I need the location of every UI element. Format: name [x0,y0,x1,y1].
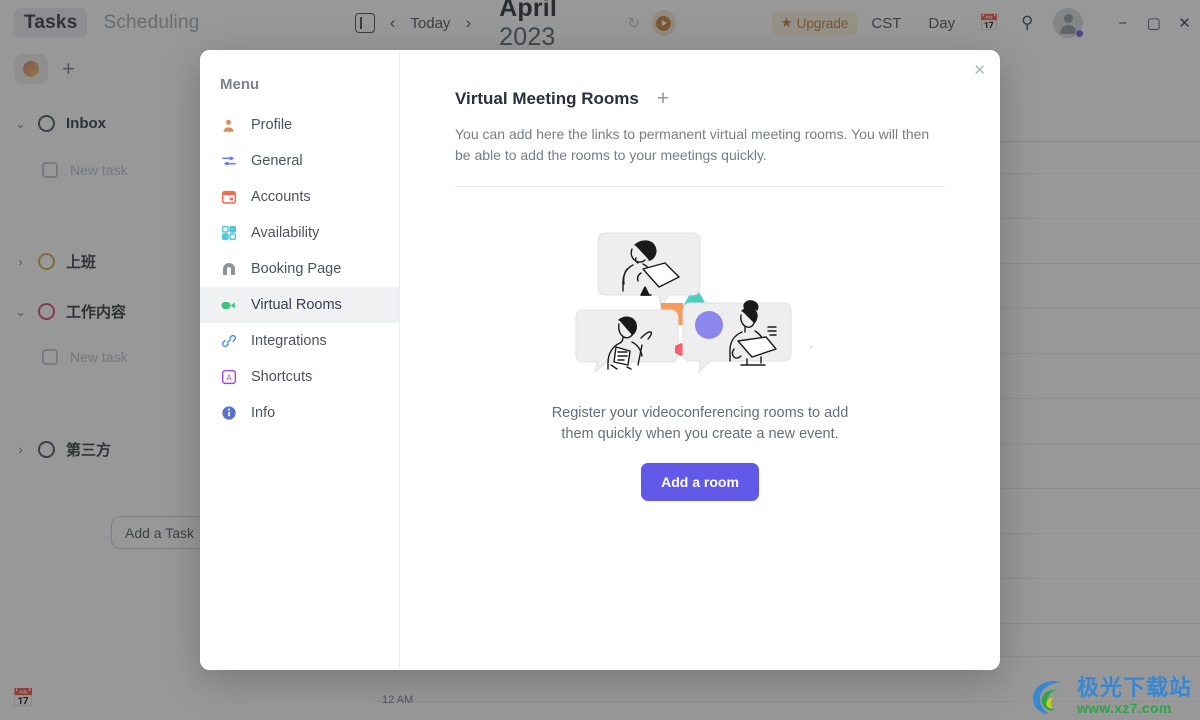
sidebar-item-general[interactable]: General [200,143,399,179]
circle-shape [695,311,723,339]
settings-menu: Menu Profile General Accounts Availabili… [200,50,400,670]
sidebar-item-label: Profile [251,116,293,133]
sidebar-item-label: Integrations [251,332,327,349]
link-icon [220,333,237,350]
app-root: Tasks Scheduling + ⌄ Inbox New task › 上班… [0,0,1200,720]
watermark-url: www.xz7.com [1076,700,1172,716]
calendar-icon [220,189,237,206]
add-room-plus-icon[interactable]: + [657,88,669,109]
grid-icon [220,225,237,242]
panel-title: Virtual Meeting Rooms [455,88,639,108]
sidebar-item-label: Availability [251,224,320,241]
watermark-logo-icon [1032,680,1061,714]
watermark-name: 极光下载站 [1076,675,1192,700]
sidebar-item-availability[interactable]: Availability [200,215,399,251]
empty-state-line2: them quickly when you create a new event… [561,426,839,442]
panel-description: You can add here the links to permanent … [455,126,930,163]
video-conference-illustration [575,232,812,374]
person-icon [220,117,237,134]
info-icon [220,405,237,422]
virtual-rooms-panel: Virtual Meeting Rooms + You can add here… [400,50,1000,670]
panel-header: Virtual Meeting Rooms + [455,88,945,109]
video-camera-icon [220,297,237,314]
sidebar-item-integrations[interactable]: Integrations [200,323,399,359]
sidebar-item-label: Booking Page [251,260,342,277]
sidebar-item-profile[interactable]: Profile [200,107,399,143]
arch-icon [220,261,237,278]
watermark: 极光下载站 www.xz7.com [1027,676,1192,716]
sidebar-item-label: Virtual Rooms [251,296,342,313]
sidebar-item-label: General [251,152,303,169]
empty-state-illustration [455,225,945,375]
sidebar-item-virtual-rooms[interactable]: Virtual Rooms [200,287,399,323]
sidebar-item-label: Shortcuts [251,368,313,385]
sidebar-item-accounts[interactable]: Accounts [200,179,399,215]
settings-modal: ✕ Menu Profile General Accounts Availabi… [200,50,1000,670]
sidebar-item-shortcuts[interactable]: A Shortcuts [200,359,399,395]
sidebar-item-info[interactable]: Info [200,395,399,431]
menu-title: Menu [220,76,260,93]
sidebar-item-booking-page[interactable]: Booking Page [200,251,399,287]
divider [455,186,945,187]
add-a-room-button[interactable]: Add a room [641,463,759,501]
sidebar-item-label: Info [251,404,276,421]
sliders-icon [220,153,237,170]
svg-text:A: A [226,373,232,382]
empty-state-text: Register your videoconferencing rooms to… [455,403,945,445]
empty-state-line1: Register your videoconferencing rooms to… [551,405,849,421]
keyboard-key-icon: A [220,369,237,386]
sidebar-item-label: Accounts [251,188,311,205]
